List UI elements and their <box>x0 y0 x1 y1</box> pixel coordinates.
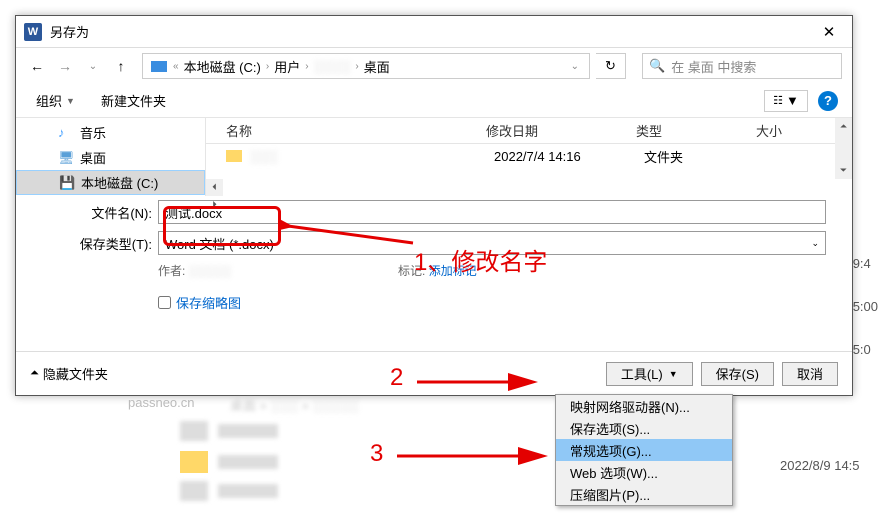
chevron-down-icon: ▼ <box>669 369 678 379</box>
refresh-button[interactable]: ↻ <box>596 53 626 79</box>
address-bar[interactable]: « 本地磁盘 (C:) › 用户 › ░░░░ › 桌面 ⌄ <box>142 53 590 79</box>
chevron-down-icon: ⌄ <box>811 238 819 249</box>
chevron-down-icon: ▼ <box>786 93 799 108</box>
view-options-button[interactable]: ☷▼ <box>764 90 808 112</box>
dd-compress-pics[interactable]: 压缩图片(P)... <box>556 483 732 505</box>
music-icon: ♪ <box>58 125 73 140</box>
watermark-text: passneo.cn <box>128 395 195 410</box>
col-date[interactable]: 修改日期 <box>486 121 636 140</box>
bg-file-date: 2022/8/9 14:5 <box>780 458 860 473</box>
titlebar: W 另存为 ✕ <box>16 16 852 48</box>
sidebar-item-desktop[interactable]: 🖥 桌面 <box>16 145 205 170</box>
word-icon: W <box>24 23 42 41</box>
forward-button[interactable]: → <box>54 55 76 77</box>
annotation-text-3: 3 <box>370 440 383 468</box>
search-input[interactable]: 🔍 在 桌面 中搜索 <box>642 53 842 79</box>
form-area: 文件名(N): 保存类型(T): Word 文档 (*.docx) ⌄ 作者: … <box>16 196 852 316</box>
sidebar-item-music[interactable]: ♪ 音乐 <box>16 120 205 145</box>
chevron-up-icon: ⏶ <box>30 367 39 380</box>
filename-input[interactable] <box>158 200 826 224</box>
nav-row: ← → ⌄ ↑ « 本地磁盘 (C:) › 用户 › ░░░░ › 桌面 ⌄ ↻… <box>16 48 852 84</box>
scroll-right-icon: ⏵ <box>206 196 223 213</box>
tools-dropdown: 映射网络驱动器(N)... 保存选项(S)... 常规选项(G)... Web … <box>555 394 733 506</box>
new-folder-button[interactable]: 新建文件夹 <box>95 88 172 113</box>
desktop-icon: 🖥 <box>58 150 73 165</box>
content-area: ♪ 音乐 🖥 桌面 💾 本地磁盘 (C:) 名称 修改日期 类型 大小 ░░░ <box>16 118 852 196</box>
path-dropdown-icon[interactable]: ⌄ <box>565 61 585 72</box>
filetype-label: 保存类型(T): <box>30 234 158 253</box>
chevron-down-icon: ▼ <box>66 96 75 106</box>
help-button[interactable]: ? <box>818 91 838 111</box>
save-as-dialog: W 另存为 ✕ ← → ⌄ ↑ « 本地磁盘 (C:) › 用户 › ░░░░ … <box>15 15 853 396</box>
add-tags-link[interactable]: 添加标记 <box>429 264 477 278</box>
filetype-select[interactable]: Word 文档 (*.docx) ⌄ <box>158 231 826 255</box>
dd-map-drive[interactable]: 映射网络驱动器(N)... <box>556 395 732 417</box>
tools-button[interactable]: 工具(L)▼ <box>606 362 693 386</box>
sidebar: ♪ 音乐 🖥 桌面 💾 本地磁盘 (C:) <box>16 118 206 196</box>
toolbar: 组织▼ 新建文件夹 ☷▼ ? <box>16 84 852 118</box>
hide-folders-button[interactable]: ⏶ 隐藏文件夹 <box>30 364 108 383</box>
organize-button[interactable]: 组织▼ <box>30 88 81 113</box>
col-type[interactable]: 类型 <box>636 121 756 140</box>
scrollbar-vertical[interactable]: ⏶ ⏷ <box>835 118 852 179</box>
search-icon: 🔍 <box>649 58 665 74</box>
recent-dropdown[interactable]: ⌄ <box>82 55 104 77</box>
file-list: 名称 修改日期 类型 大小 ░░░ 2022/7/4 14:16 文件夹 ⏶ ⏷… <box>206 118 852 196</box>
save-button[interactable]: 保存(S) <box>701 362 774 386</box>
thumbnail-checkbox-input <box>158 296 171 309</box>
scroll-down-icon: ⏷ <box>835 162 852 179</box>
folder-icon <box>180 451 208 473</box>
folder-icon <box>226 150 242 162</box>
column-headers: 名称 修改日期 类型 大小 <box>206 118 852 144</box>
scrollbar-horizontal[interactable]: ⏴ ⏵ <box>206 179 223 196</box>
back-button[interactable]: ← <box>26 55 48 77</box>
view-icon: ☷ <box>773 94 783 107</box>
up-button[interactable]: ↑ <box>110 55 132 77</box>
disk-icon: 💾 <box>59 175 74 190</box>
dd-web-options[interactable]: Web 选项(W)... <box>556 461 732 483</box>
annotation-arrow-3 <box>392 446 552 466</box>
author-value[interactable]: ░░░░░ <box>189 264 232 278</box>
dialog-title: 另存为 <box>50 22 806 41</box>
col-name[interactable]: 名称 <box>206 121 486 140</box>
filename-label: 文件名(N): <box>30 203 158 222</box>
dialog-footer: ⏶ 隐藏文件夹 工具(L)▼ 保存(S) 取消 <box>16 351 852 395</box>
dd-save-options[interactable]: 保存选项(S)... <box>556 417 732 439</box>
scroll-left-icon: ⏴ <box>206 179 223 196</box>
cancel-button[interactable]: 取消 <box>782 362 838 386</box>
close-button[interactable]: ✕ <box>806 16 852 48</box>
thumbnail-checkbox[interactable]: 保存缩略图 <box>158 293 838 312</box>
bg-breadcrumb-blur: 桌面 » ░░░ » ░░░░░ <box>230 395 359 414</box>
file-row[interactable]: ░░░ 2022/7/4 14:16 文件夹 <box>206 144 852 168</box>
dd-general-options[interactable]: 常规选项(G)... <box>556 439 732 461</box>
tags-label: 标记: <box>398 264 425 278</box>
scroll-up-icon: ⏶ <box>835 118 852 135</box>
author-label: 作者: <box>158 264 185 278</box>
bg-time-list: 9:4 5:00 5:0 <box>853 256 882 385</box>
sidebar-item-disk-c[interactable]: 💾 本地磁盘 (C:) <box>16 170 205 195</box>
pc-icon <box>151 61 167 72</box>
col-size[interactable]: 大小 <box>756 121 811 140</box>
